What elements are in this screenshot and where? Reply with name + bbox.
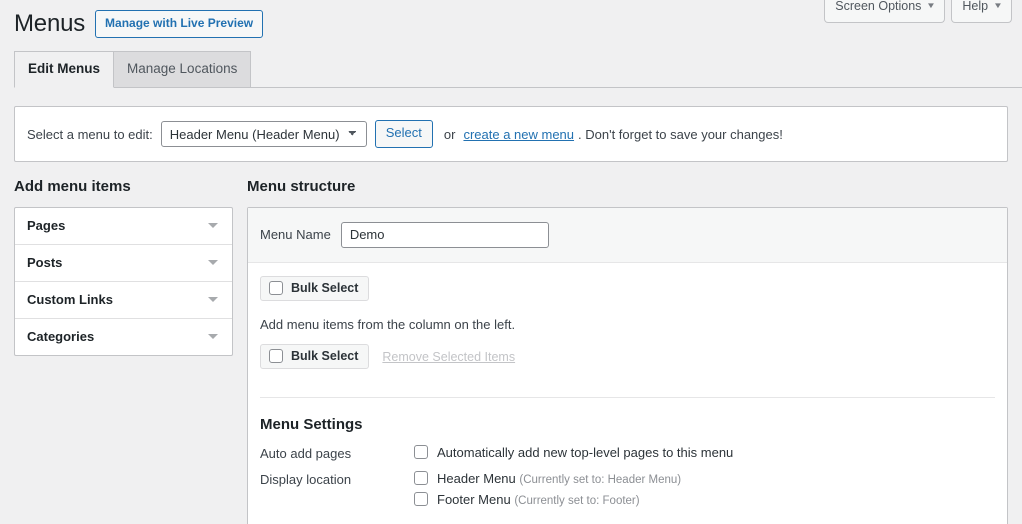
accordion-label: Posts — [27, 255, 62, 270]
bulk-select-checkbox[interactable] — [269, 349, 283, 363]
bulk-select-bottom-row: Bulk Select Remove Selected Items — [248, 334, 1007, 383]
menu-structure-panel: Menu Name Bulk Select Add menu items fro… — [247, 207, 1008, 524]
page-title: Menus — [14, 8, 85, 39]
accordion-label: Categories — [27, 329, 94, 344]
caret-down-icon — [208, 334, 218, 339]
auto-add-pages-text: Automatically add new top-level pages to… — [437, 445, 733, 461]
save-reminder-text: . Don't forget to save your changes! — [578, 127, 783, 142]
add-menu-items-column: Add menu items Pages Posts Custom Links … — [14, 176, 233, 356]
or-text: or — [444, 127, 456, 142]
add-menu-items-accordion: Pages Posts Custom Links Categories — [14, 207, 233, 356]
menu-settings-title: Menu Settings — [248, 398, 1007, 435]
bulk-select-top-row: Bulk Select — [248, 263, 1007, 301]
manage-with-live-preview-button[interactable]: Manage with Live Preview — [95, 10, 263, 38]
footer-menu-name: Footer Menu — [437, 492, 511, 507]
caret-down-icon — [208, 260, 218, 265]
menu-select-bar: Select a menu to edit: Header Menu (Head… — [14, 106, 1008, 161]
accordion-item-posts[interactable]: Posts — [15, 245, 232, 282]
accordion-label: Custom Links — [27, 292, 113, 307]
help-label: Help — [962, 0, 988, 16]
auto-add-pages-row: Auto add pages Automatically add new top… — [248, 435, 1007, 461]
header-menu-note: (Currently set to: Header Menu) — [519, 474, 681, 486]
footer-menu-text: Footer Menu (Currently set to: Footer) — [437, 492, 640, 508]
menu-select-dropdown[interactable]: Header Menu (Header Menu) — [161, 121, 367, 147]
header-menu-text: Header Menu (Currently set to: Header Me… — [437, 471, 681, 487]
chevron-down-icon: ▼ — [926, 2, 936, 10]
display-location-row: Display location Header Menu (Currently … — [248, 461, 1007, 508]
bulk-select-checkbox[interactable] — [269, 281, 283, 295]
select-menu-label: Select a menu to edit: — [27, 127, 153, 142]
footer-menu-note: (Currently set to: Footer) — [514, 495, 639, 507]
remove-selected-items-link[interactable]: Remove Selected Items — [382, 350, 515, 364]
location-header-menu-line[interactable]: Header Menu (Currently set to: Header Me… — [414, 471, 995, 487]
bulk-select-bottom-button[interactable]: Bulk Select — [260, 344, 369, 369]
caret-down-icon — [208, 223, 218, 228]
tab-edit-menus[interactable]: Edit Menus — [14, 51, 114, 88]
screen-options-button[interactable]: Screen Options ▼ — [824, 0, 945, 23]
bulk-select-label: Bulk Select — [291, 281, 358, 295]
location-footer-menu-line[interactable]: Footer Menu (Currently set to: Footer) — [414, 492, 995, 508]
menu-name-row: Menu Name — [248, 208, 1007, 263]
menu-name-input[interactable] — [341, 222, 549, 248]
display-location-label: Display location — [260, 471, 414, 487]
chevron-down-icon: ▼ — [993, 2, 1003, 10]
nav-tabs: Edit Menus Manage Locations — [14, 51, 1022, 88]
create-new-menu-link[interactable]: create a new menu — [463, 127, 574, 142]
screen-options-label: Screen Options — [835, 0, 921, 16]
screen-meta-links: Screen Options ▼ Help ▼ — [824, 0, 1012, 23]
accordion-label: Pages — [27, 218, 65, 233]
help-button[interactable]: Help ▼ — [951, 0, 1012, 23]
display-location-body: Header Menu (Currently set to: Header Me… — [414, 471, 995, 508]
main-columns: Add menu items Pages Posts Custom Links … — [14, 176, 1008, 524]
header-menu-name: Header Menu — [437, 471, 516, 486]
header-menu-checkbox[interactable] — [414, 471, 428, 485]
accordion-item-pages[interactable]: Pages — [15, 208, 232, 245]
caret-down-icon — [208, 297, 218, 302]
menu-name-label: Menu Name — [260, 227, 331, 242]
accordion-item-custom-links[interactable]: Custom Links — [15, 282, 232, 319]
auto-add-checkbox-line[interactable]: Automatically add new top-level pages to… — [414, 445, 995, 461]
auto-add-pages-body: Automatically add new top-level pages to… — [414, 445, 995, 461]
auto-add-pages-label: Auto add pages — [260, 445, 414, 461]
tab-manage-locations[interactable]: Manage Locations — [113, 51, 251, 87]
bulk-select-label: Bulk Select — [291, 349, 358, 363]
menu-structure-heading: Menu structure — [247, 176, 1008, 197]
footer-menu-checkbox[interactable] — [414, 492, 428, 506]
select-button[interactable]: Select — [375, 120, 433, 147]
add-menu-items-heading: Add menu items — [14, 176, 233, 197]
empty-menu-hint: Add menu items from the column on the le… — [248, 301, 1007, 335]
bulk-select-top-button[interactable]: Bulk Select — [260, 276, 369, 301]
menu-structure-column: Menu structure Menu Name Bulk Select Add… — [247, 176, 1008, 524]
auto-add-pages-checkbox[interactable] — [414, 445, 428, 459]
accordion-item-categories[interactable]: Categories — [15, 319, 232, 355]
